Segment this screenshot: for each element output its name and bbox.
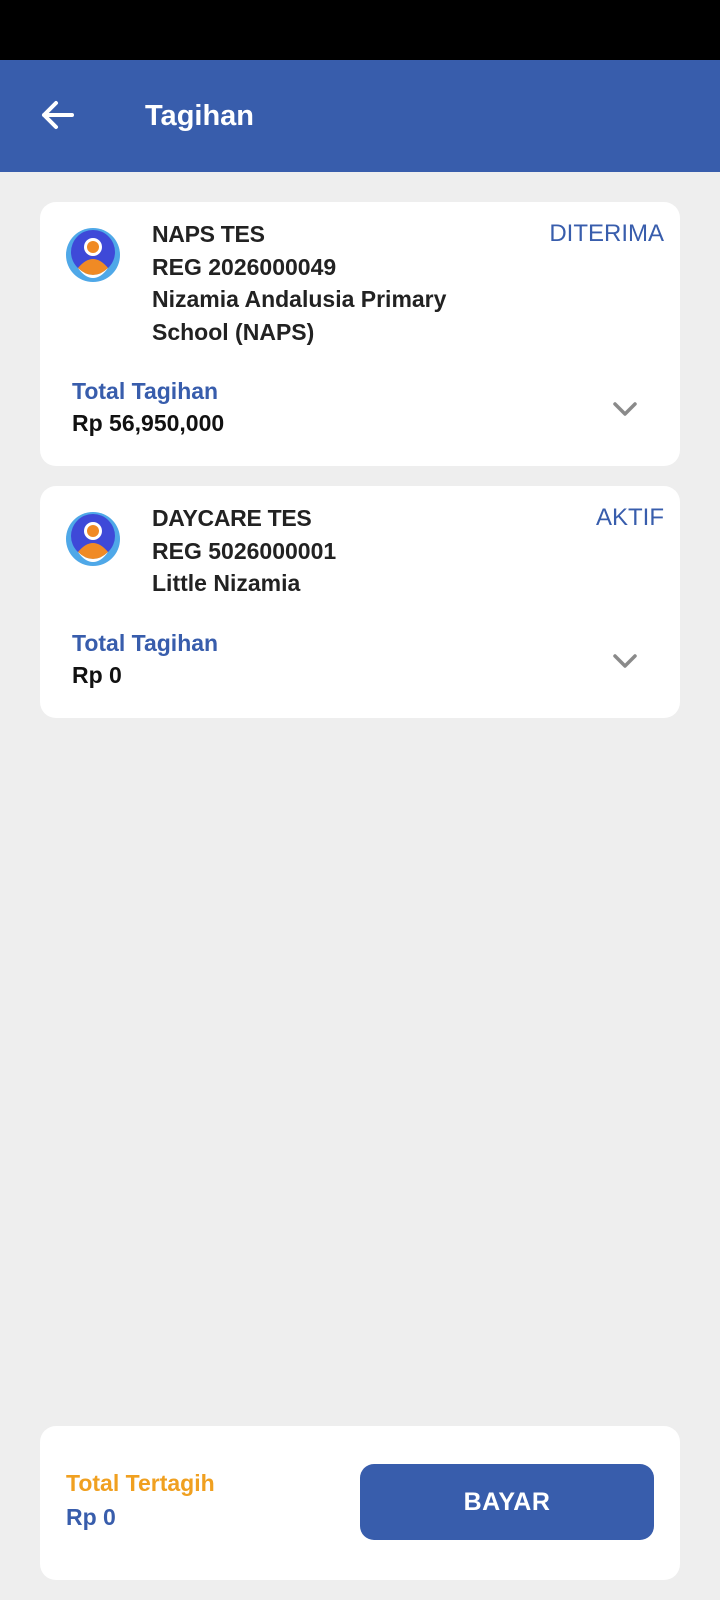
expand-button[interactable] [610, 646, 640, 676]
chevron-down-icon [613, 654, 637, 668]
bill-card[interactable]: NAPS TES REG 2026000049 Nizamia Andalusi… [40, 202, 680, 466]
page-title: Tagihan [145, 99, 255, 132]
payment-panel: Total Tertagih Rp 0 BAYAR [40, 1426, 680, 1580]
registration-number: REG 2026000049 [152, 253, 337, 280]
total-billed-label: Total Tertagih [66, 1470, 215, 1496]
app-bar: Tagihan [0, 60, 720, 172]
student-name: NAPS TES [152, 221, 265, 247]
total-label: Total Tagihan [72, 630, 219, 656]
back-button[interactable] [28, 86, 86, 144]
status-badge: DITERIMA [549, 220, 664, 247]
bill-card[interactable]: DAYCARE TES REG 5026000001 Little Nizami… [40, 486, 680, 718]
student-info: NAPS TES REG 2026000049 Nizamia Andalusi… [152, 218, 512, 348]
school-name: Nizamia Andalusia Primary School (NAPS) [152, 286, 447, 345]
total-label: Total Tagihan [72, 378, 219, 404]
registration-number: REG 5026000001 [152, 537, 337, 564]
user-avatar-icon [66, 512, 120, 566]
total-billed-value: Rp 0 [66, 1504, 116, 1530]
student-name: DAYCARE TES [152, 505, 312, 531]
total-value: Rp 0 [72, 662, 122, 688]
expand-button[interactable] [610, 394, 640, 424]
school-name: Little Nizamia [152, 570, 301, 596]
chevron-down-icon [613, 402, 637, 416]
student-info: DAYCARE TES REG 5026000001 Little Nizami… [152, 502, 512, 600]
user-avatar-icon [66, 228, 120, 282]
total-value: Rp 56,950,000 [72, 410, 225, 436]
status-bar [0, 0, 720, 60]
status-badge: AKTIF [595, 504, 664, 531]
pay-button[interactable]: BAYAR [360, 1464, 654, 1540]
arrow-left-icon [42, 101, 74, 129]
